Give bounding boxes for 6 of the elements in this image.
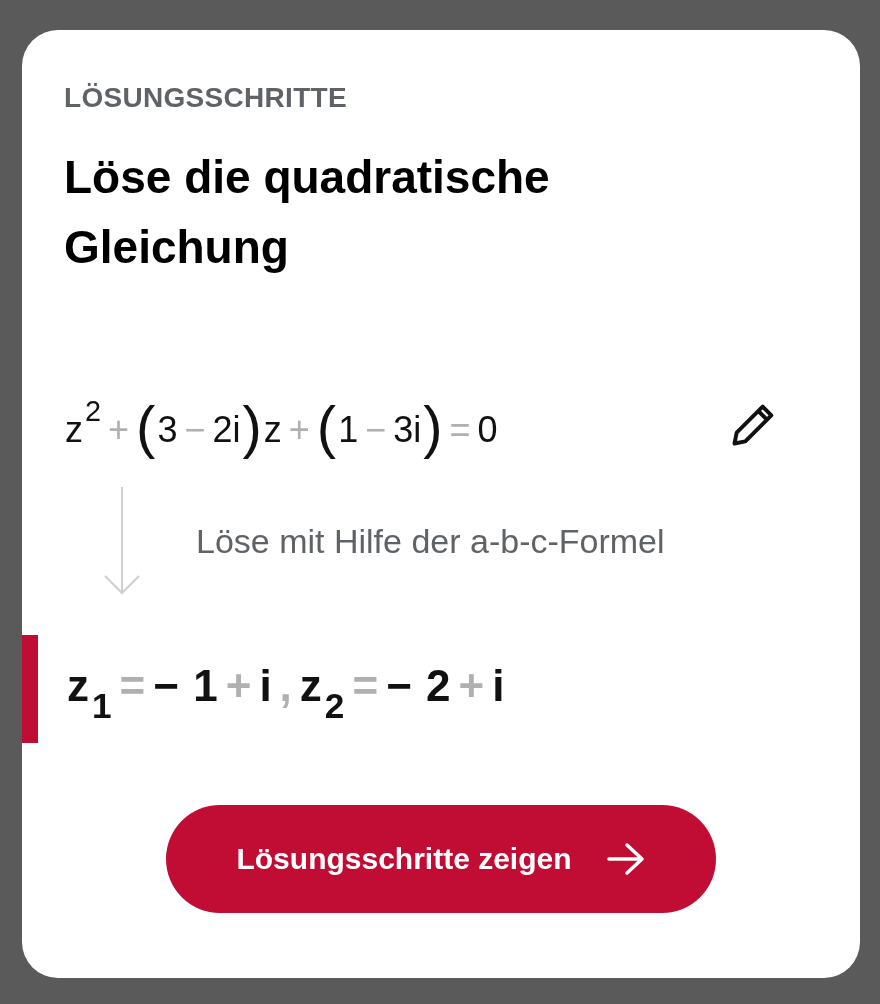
section-label: LÖSUNGSSCHRITTE	[64, 82, 347, 114]
step-description: Löse mit Hilfe der a-b-c-Formel	[196, 521, 665, 561]
right-arrow-icon	[605, 842, 646, 876]
card-title: Löse die quadratische Gleichung	[64, 150, 551, 275]
down-arrow-icon	[102, 485, 142, 597]
show-steps-button[interactable]: Lösungsschritte zeigen	[166, 805, 716, 913]
